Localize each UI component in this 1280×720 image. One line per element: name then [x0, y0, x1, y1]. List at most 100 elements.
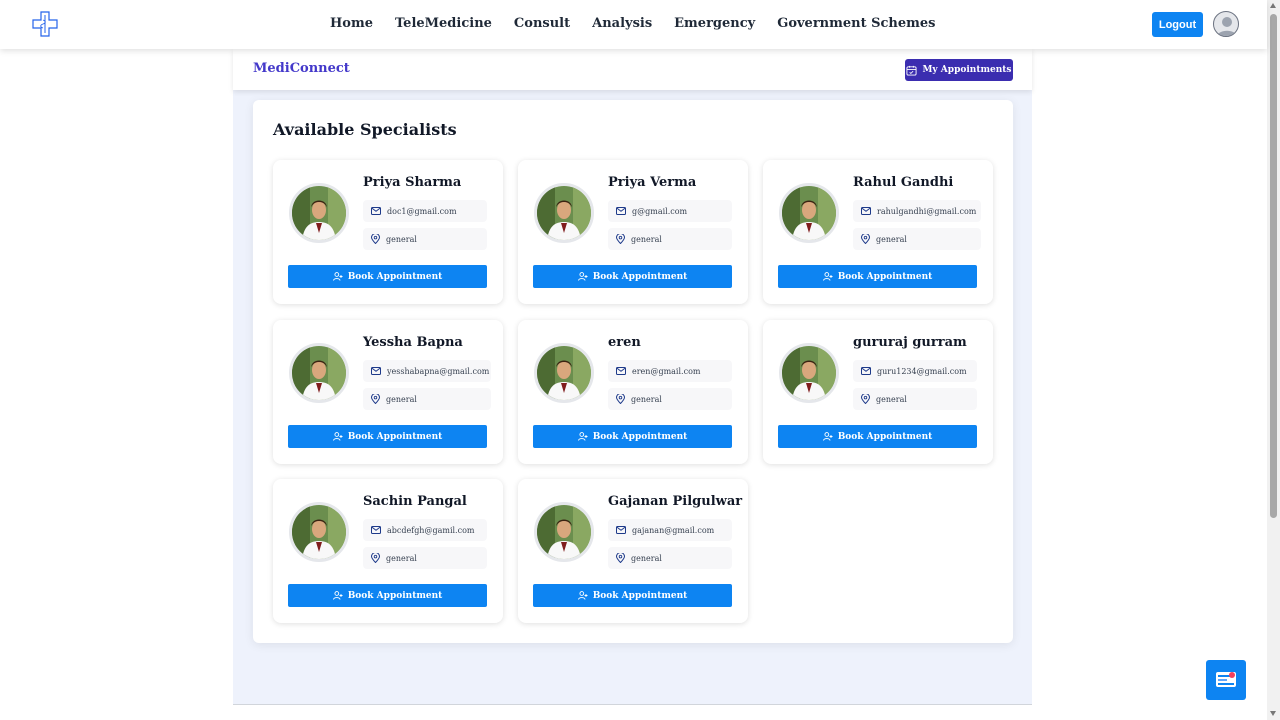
user-plus-icon [822, 272, 833, 281]
doctor-specialty: general [608, 547, 732, 569]
book-appointment-button[interactable]: Book Appointment [288, 584, 487, 607]
location-pin-icon [371, 234, 380, 244]
book-appointment-button[interactable]: Book Appointment [533, 425, 732, 448]
doctor-email-text: doc1@gmail.com [387, 206, 457, 216]
mail-icon [616, 367, 626, 375]
location-pin-icon [616, 394, 625, 404]
doctor-name: eren [608, 335, 641, 350]
medical-cross-icon[interactable] [32, 11, 58, 37]
location-pin-icon [616, 234, 625, 244]
book-appointment-label: Book Appointment [592, 431, 688, 442]
user-plus-icon [332, 432, 343, 441]
doctor-email-text: g@gmail.com [632, 206, 688, 216]
user-plus-icon [332, 272, 343, 281]
doctor-photo [289, 502, 349, 562]
doctor-specialty-text: general [631, 553, 662, 563]
doctor-email: doc1@gmail.com [363, 200, 487, 222]
nav-link-telemedicine[interactable]: TeleMedicine [395, 16, 492, 31]
mail-icon [371, 367, 381, 375]
section-title: Available Specialists [273, 120, 457, 139]
chat-bot-button[interactable] [1206, 660, 1246, 700]
doctor-email: rahulgandhi@gmail.com [853, 200, 981, 222]
doctor-specialty-text: general [876, 394, 907, 404]
doctor-name: Priya Sharma [363, 175, 462, 190]
page-scrollbar[interactable] [1267, 0, 1280, 720]
divider [233, 704, 1032, 705]
scroll-up-arrow-icon[interactable] [1270, 3, 1276, 8]
brand-title[interactable]: MediConnect [253, 61, 350, 76]
doctor-specialty: general [608, 388, 732, 410]
nav-link-emergency[interactable]: Emergency [674, 16, 755, 31]
top-navbar: Home TeleMedicine Consult Analysis Emergency… [0, 0, 1267, 49]
location-pin-icon [616, 553, 625, 563]
doctor-email-text: guru1234@gmail.com [877, 366, 967, 376]
book-appointment-button[interactable]: Book Appointment [533, 265, 732, 288]
doctor-specialty: general [853, 228, 981, 250]
doctor-email-text: eren@gmail.com [632, 366, 701, 376]
location-pin-icon [371, 553, 380, 563]
doctor-email-text: gajanan@gmail.com [632, 525, 715, 535]
logout-button[interactable]: Logout [1152, 12, 1203, 37]
doctor-specialty-text: general [876, 234, 907, 244]
book-appointment-label: Book Appointment [592, 590, 688, 601]
doctor-specialty-text: general [386, 553, 417, 563]
nav-link-consult[interactable]: Consult [514, 16, 570, 31]
chat-bot-icon [1216, 672, 1236, 687]
doctor-photo [534, 502, 594, 562]
doctor-email-text: rahulgandhi@gmail.com [877, 206, 977, 216]
book-appointment-button[interactable]: Book Appointment [288, 265, 487, 288]
nav-link-government-schemes[interactable]: Government Schemes [777, 16, 935, 31]
specialist-card: eren eren@gmail.com general Book Appoint… [518, 320, 748, 464]
my-appointments-button[interactable]: My Appointments [905, 59, 1013, 81]
doctor-specialty: general [363, 547, 487, 569]
specialist-card: Priya Sharma doc1@gmail.com general Book… [273, 160, 503, 304]
calendar-icon [906, 65, 918, 76]
user-plus-icon [577, 272, 588, 281]
nav-link-analysis[interactable]: Analysis [592, 16, 652, 31]
doctor-name: Yessha Bapna [363, 335, 463, 350]
book-appointment-label: Book Appointment [347, 590, 443, 601]
scroll-down-arrow-icon[interactable] [1270, 711, 1276, 716]
book-appointment-label: Book Appointment [347, 271, 443, 282]
book-appointment-button[interactable]: Book Appointment [778, 425, 977, 448]
scrollbar-thumb[interactable] [1270, 14, 1277, 518]
doctor-name: Rahul Gandhi [853, 175, 954, 190]
doctor-email: guru1234@gmail.com [853, 360, 977, 382]
mail-icon [616, 526, 626, 534]
user-plus-icon [577, 432, 588, 441]
specialist-card: Yessha Bapna yesshabapna@gmail.com gener… [273, 320, 503, 464]
book-appointment-label: Book Appointment [592, 271, 688, 282]
book-appointment-button[interactable]: Book Appointment [533, 584, 732, 607]
book-appointment-button[interactable]: Book Appointment [288, 425, 487, 448]
doctor-email: yesshabapna@gmail.com [363, 360, 491, 382]
doctor-photo [779, 183, 839, 243]
user-plus-icon [822, 432, 833, 441]
doctor-photo [779, 343, 839, 403]
doctor-email-text: yesshabapna@gmail.com [387, 366, 490, 376]
doctor-email: g@gmail.com [608, 200, 732, 222]
nav-link-home[interactable]: Home [330, 16, 373, 31]
book-appointment-button[interactable]: Book Appointment [778, 265, 977, 288]
mail-icon [371, 207, 381, 215]
user-avatar-icon[interactable] [1213, 11, 1239, 37]
doctor-name: Sachin Pangal [363, 494, 467, 509]
specialist-card: gururaj gurram guru1234@gmail.com genera… [763, 320, 993, 464]
book-appointment-label: Book Appointment [837, 431, 933, 442]
mail-icon [371, 526, 381, 534]
doctor-email: abcdefgh@gamil.com [363, 519, 487, 541]
mail-icon [861, 207, 871, 215]
specialist-card: Priya Verma g@gmail.com general Book App… [518, 160, 748, 304]
doctor-photo [534, 343, 594, 403]
main-nav: Home TeleMedicine Consult Analysis Emergency… [330, 16, 958, 31]
mail-icon [861, 367, 871, 375]
specialist-card: Rahul Gandhi rahulgandhi@gmail.com gener… [763, 160, 993, 304]
doctor-photo [289, 343, 349, 403]
doctor-specialty-text: general [386, 234, 417, 244]
doctor-specialty: general [363, 388, 491, 410]
book-appointment-label: Book Appointment [837, 271, 933, 282]
doctor-photo [534, 183, 594, 243]
user-plus-icon [332, 591, 343, 600]
doctor-specialty: general [363, 228, 487, 250]
doctor-photo [289, 183, 349, 243]
user-plus-icon [577, 591, 588, 600]
